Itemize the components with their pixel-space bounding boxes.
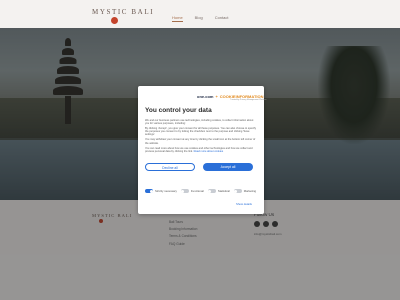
toggle-label: Statistical xyxy=(217,188,230,193)
site-logo[interactable]: MYSTIC BALI xyxy=(92,8,154,16)
toggle-strictly-necessary: Strictly necessary xyxy=(145,189,177,193)
consent-body: We and our business partners use technol… xyxy=(145,119,257,155)
toggle-label: Marketing xyxy=(243,188,257,193)
consent-paragraph-4: You can read more about how we use cooki… xyxy=(145,147,257,153)
consent-brand: one.com + COOKIEINFORMATION Trusted by P… xyxy=(197,94,267,101)
site-header: MYSTIC BALI Home Blog Contact xyxy=(0,0,400,28)
main-nav: Home Blog Contact xyxy=(172,15,228,22)
accept-all-button[interactable]: Accept all xyxy=(203,163,253,171)
nav-item-blog[interactable]: Blog xyxy=(195,15,203,22)
nav-item-contact[interactable]: Contact xyxy=(215,15,229,22)
brand-plus: + xyxy=(215,94,218,99)
toggle-functional: Functional xyxy=(180,188,204,193)
consent-toggles: Strictly necessary Functional Statistica… xyxy=(145,189,257,193)
toggle-marketing: Marketing xyxy=(233,188,257,193)
show-details-link[interactable]: Show details xyxy=(236,202,252,206)
consent-paragraph-3: You may withdraw your consent at any tim… xyxy=(145,138,256,145)
consent-paragraph-1: We and our business partners use technol… xyxy=(145,119,254,126)
decline-all-button[interactable]: Decline all xyxy=(145,163,195,171)
toggle-label: Functional xyxy=(190,188,204,193)
brand-subtitle: Trusted by Privacy Management Platform xyxy=(230,99,267,101)
toggle-statistical: Statistical xyxy=(207,188,230,193)
cookie-consent-dialog: one.com + COOKIEINFORMATION Trusted by P… xyxy=(138,86,267,214)
read-more-link[interactable]: Read more about cookies xyxy=(194,150,224,153)
nav-item-home[interactable]: Home xyxy=(172,15,183,22)
consent-title: You control your data xyxy=(145,107,212,114)
consent-paragraph-2: By clicking 'Accept', you give your cons… xyxy=(145,127,256,137)
toggle-switch-statistical[interactable] xyxy=(207,189,216,193)
toggle-switch-strictly-necessary[interactable] xyxy=(145,189,153,193)
toggle-switch-marketing[interactable] xyxy=(233,189,242,193)
toggle-switch-functional[interactable] xyxy=(180,189,189,193)
logo-emblem-icon xyxy=(111,17,118,24)
brand-onecom: one.com xyxy=(197,94,214,99)
toggle-label: Strictly necessary xyxy=(155,188,177,193)
